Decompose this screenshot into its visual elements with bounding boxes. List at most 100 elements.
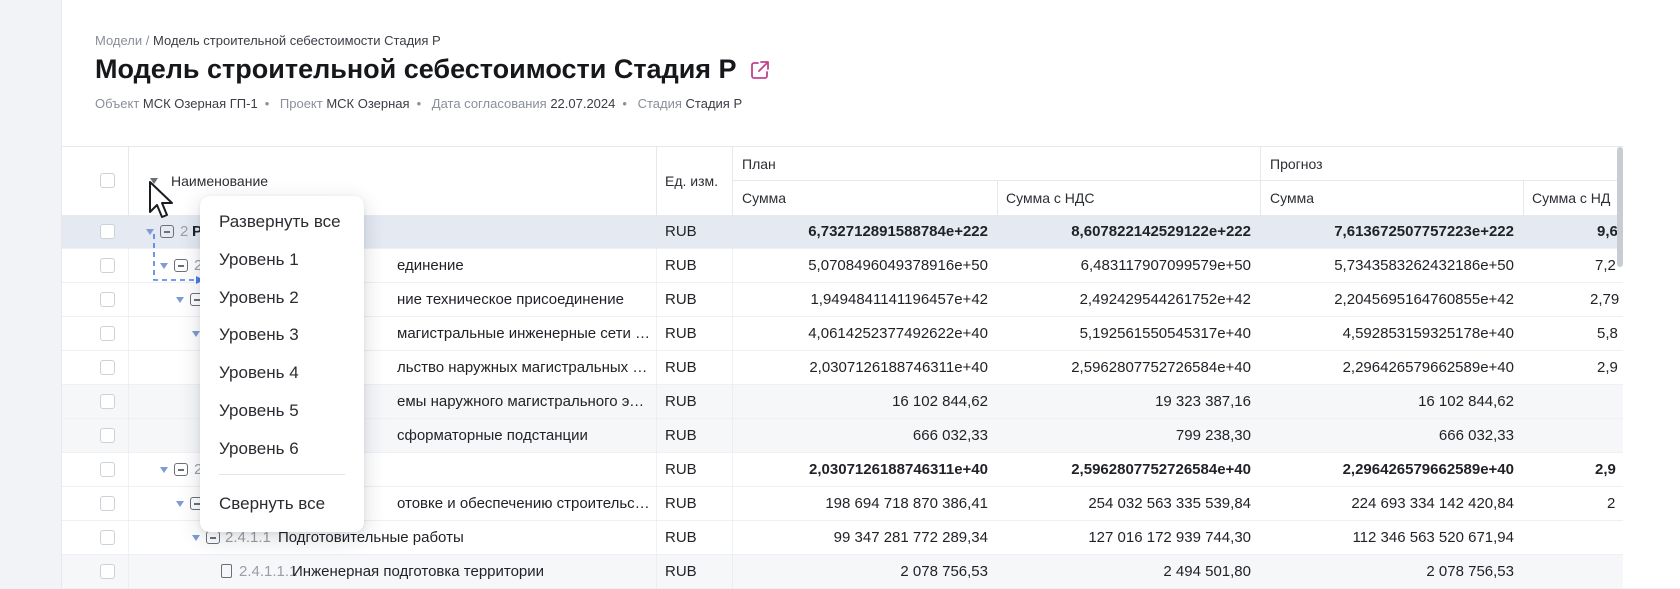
row-unit: RUB [665,325,697,342]
row-forecast-vat: 2,9 [1597,359,1618,376]
row-forecast-sum: 224 693 334 142 420,84 [1351,495,1514,512]
menu-level-6[interactable]: Уровень 6 [219,439,299,459]
row-unit: RUB [665,393,697,410]
row-unit: RUB [665,427,697,444]
folder-icon [206,531,220,544]
menu-level-5[interactable]: Уровень 5 [219,401,299,421]
expand-arrow-icon[interactable] [176,297,184,303]
row-plan-vat: 2,5962807752726584e+40 [1071,461,1251,478]
expand-levels-menu: Развернуть все Уровень 1 Уровень 2 Урове… [200,196,364,532]
row-checkbox[interactable] [100,530,115,545]
row-name: ние техническое присоединение [397,291,624,308]
row-checkbox[interactable] [100,428,115,443]
breadcrumb-parent[interactable]: Модели [95,33,142,48]
row-forecast-sum: 5,7343583262432186e+50 [1334,257,1514,274]
col-plan-sum-header[interactable]: Сумма [742,190,786,206]
col-plan-vat-header[interactable]: Сумма с НДС [1006,190,1094,206]
row-unit: RUB [665,359,697,376]
horizontal-scrollbar-thumb[interactable] [1617,147,1623,267]
row-code: 2.4.1.1.1 [239,563,298,580]
table-row[interactable]: 2.4.1.1.1 Инженерная подготовка территор… [62,555,1623,589]
row-plan-vat: 799 238,30 [1175,427,1251,444]
meta-project-label: Проект [279,96,323,111]
model-meta: Объект МСК Озерная ГП-1 • Проект МСК Озер… [95,96,743,111]
menu-collapse-all[interactable]: Свернуть все [219,494,325,514]
row-plan-sum: 99 347 281 772 289,34 [833,529,988,546]
col-unit-header[interactable]: Ед. изм. [665,173,718,189]
row-plan-vat: 2,5962807752726584e+40 [1071,359,1251,376]
row-checkbox[interactable] [100,360,115,375]
expand-arrow-icon[interactable] [192,331,200,337]
row-plan-sum: 16 102 844,62 [892,393,988,410]
row-plan-sum: 1,9494841141196457e+42 [810,291,988,308]
row-forecast-sum: 4,592853159325178e+40 [1342,325,1514,342]
row-name: Инженерная подготовка территории [292,563,545,580]
row-plan-vat: 19 323 387,16 [1155,393,1251,410]
menu-level-1[interactable]: Уровень 1 [219,250,299,270]
row-checkbox[interactable] [100,258,115,273]
page-title: Модель строительной себестоимости Стадия… [95,54,737,84]
col-forecast-group-header: Прогноз [1270,156,1323,172]
row-plan-sum: 4,0614252377492622e+40 [808,325,988,342]
menu-level-2[interactable]: Уровень 2 [219,288,299,308]
menu-level-3[interactable]: Уровень 3 [219,325,299,345]
row-forecast-sum: 2,2045695164760855e+42 [1334,291,1514,308]
row-forecast-sum: 16 102 844,62 [1418,393,1514,410]
row-unit: RUB [665,223,697,240]
meta-date-value: 22.07.2024 [550,96,616,111]
row-checkbox[interactable] [100,394,115,409]
row-checkbox[interactable] [100,496,115,511]
row-forecast-sum: 666 032,33 [1438,427,1514,444]
row-forecast-vat: 2 [1607,495,1616,512]
menu-level-4[interactable]: Уровень 4 [219,363,299,383]
row-checkbox[interactable] [100,224,115,239]
row-forecast-vat: 7,2 [1595,257,1616,274]
expand-arrow-icon[interactable] [176,501,184,507]
row-checkbox[interactable] [100,292,115,307]
meta-object-label: Объект [95,96,140,111]
row-forecast-vat: 5,8 [1597,325,1618,342]
select-all-checkbox[interactable] [100,173,115,188]
row-checkbox[interactable] [100,326,115,341]
row-plan-vat: 5,192561550545317e+40 [1079,325,1251,342]
external-link-icon[interactable] [749,59,771,81]
row-forecast-sum: 2 078 756,53 [1426,563,1514,580]
row-unit: RUB [665,563,697,580]
meta-stage-value: Стадия Р [685,96,743,111]
col-forecast-vat-header[interactable]: Сумма с НД [1532,190,1610,206]
row-name: сформаторные подстанции [397,427,588,444]
page-title-wrap: Модель строительной себестоимости Стадия… [95,54,771,85]
row-plan-vat: 2 494 501,80 [1163,563,1251,580]
row-forecast-vat: 2,9 [1595,461,1616,478]
row-checkbox[interactable] [100,462,115,477]
expand-arrow-icon[interactable] [160,467,168,473]
col-name-header[interactable]: Наименование [171,173,268,189]
row-forecast-sum: 2,296426579662589e+40 [1342,359,1514,376]
row-plan-sum: 6,732712891588784e+222 [808,223,988,240]
row-name: отовке и обеспечению строительст... [397,495,652,512]
row-unit: RUB [665,291,697,308]
breadcrumb: Модели / Модель строительной себестоимос… [95,33,441,48]
row-plan-vat: 127 016 172 939 744,30 [1088,529,1251,546]
row-plan-sum: 2 078 756,53 [900,563,988,580]
row-plan-vat: 6,483117907099579e+50 [1080,257,1251,274]
menu-expand-all[interactable]: Развернуть все [219,212,341,232]
row-name: емы наружного магистрального эле... [397,393,652,410]
row-name: магистральные инженерные сети э... [397,325,652,342]
row-checkbox[interactable] [100,564,115,579]
breadcrumb-separator: / [145,33,150,48]
meta-project-value: МСК Озерная [326,96,410,111]
expand-arrow-icon[interactable] [192,535,200,541]
row-plan-sum: 5,0708496049378916e+50 [808,257,988,274]
breadcrumb-current: Модель строительной себестоимости Стадия… [153,33,441,48]
col-forecast-sum-header[interactable]: Сумма [1270,190,1314,206]
row-plan-vat: 8,607822142529122e+222 [1071,223,1251,240]
row-unit: RUB [665,257,697,274]
mouse-cursor-icon [149,181,173,218]
row-unit: RUB [665,495,697,512]
row-forecast-sum: 7,613672507757223e+222 [1334,223,1514,240]
meta-date-label: Дата согласования [431,96,547,111]
menu-divider [219,474,345,475]
row-unit: RUB [665,461,697,478]
row-forecast-sum: 112 346 563 520 671,94 [1352,529,1514,546]
